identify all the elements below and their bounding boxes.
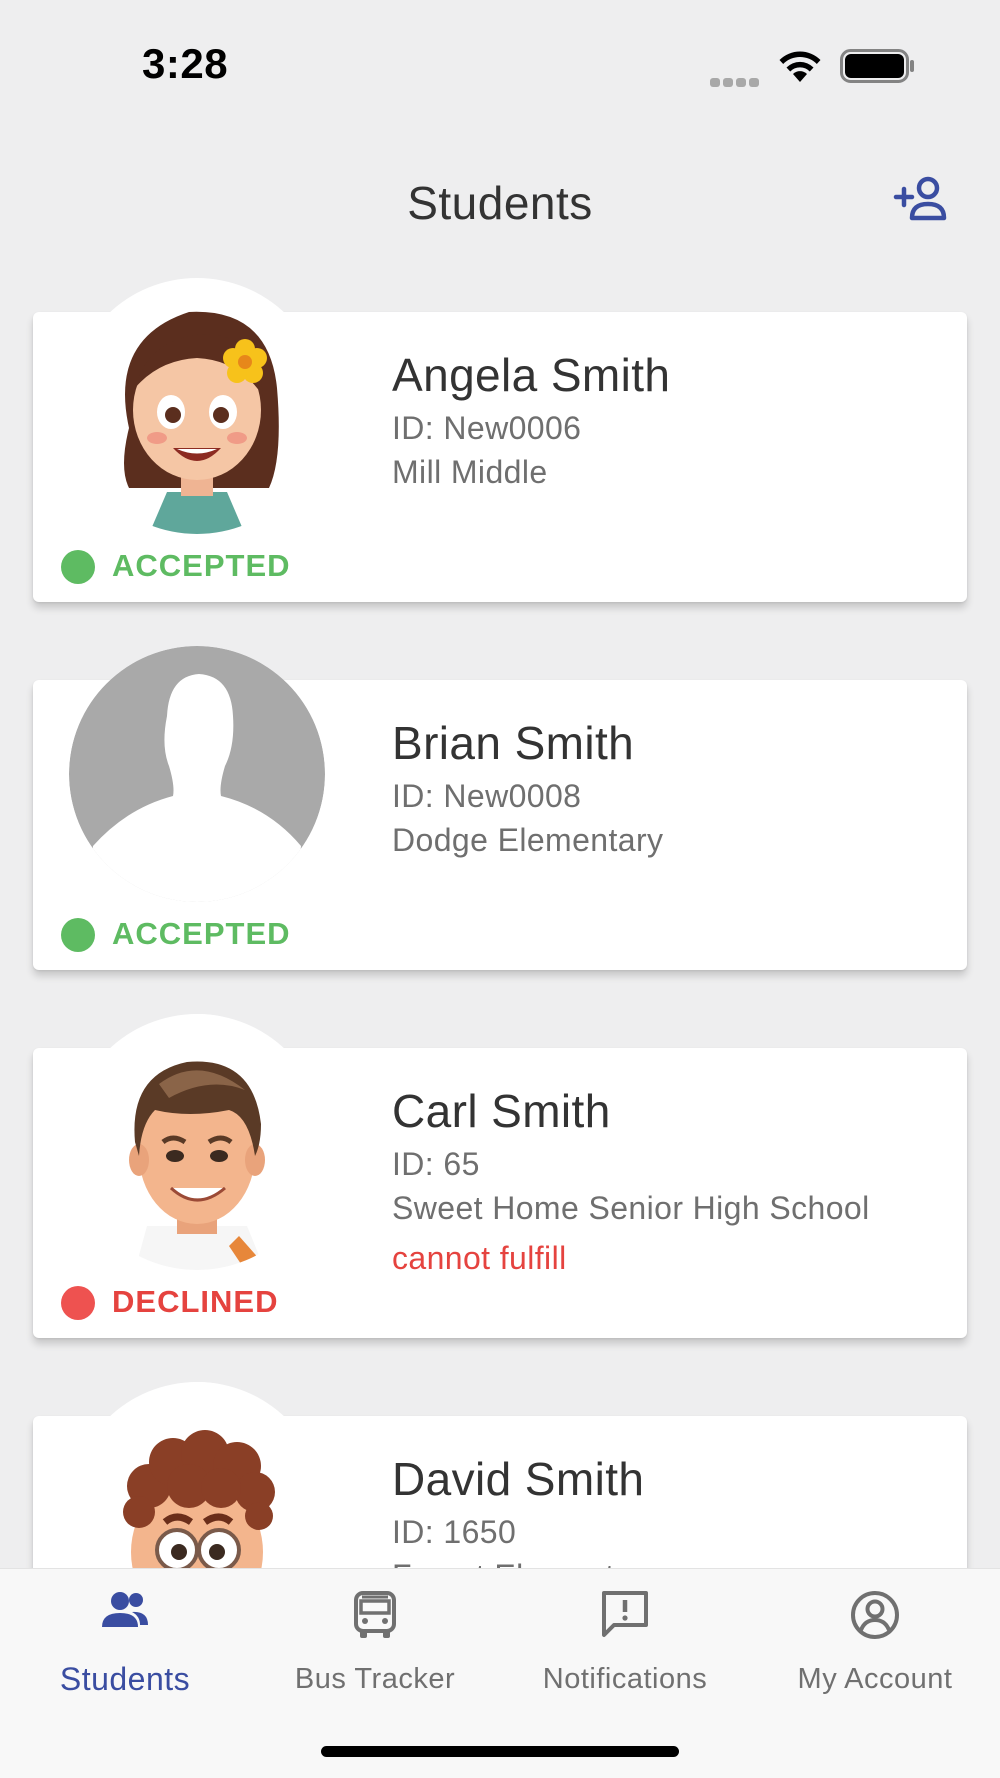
- student-id: ID: 65: [392, 1146, 480, 1182]
- tab-notifications[interactable]: Notifications: [500, 1589, 750, 1699]
- student-card[interactable]: David Smith ID: 1650 Forest Elementary: [33, 1382, 967, 1568]
- student-avatar: [69, 278, 325, 534]
- alert-message-icon: [602, 1591, 648, 1637]
- student-id: ID: 1650: [392, 1514, 517, 1550]
- account-circle-icon: [851, 1591, 899, 1639]
- student-card[interactable]: Carl Smith ID: 65 Sweet Home Senior High…: [33, 1014, 967, 1338]
- status-dot: [61, 550, 95, 584]
- page-title: Students: [407, 177, 593, 229]
- tab-my-account[interactable]: My Account: [750, 1589, 1000, 1699]
- student-card[interactable]: Angela Smith ID: New0006 Mill Middle ACC…: [33, 278, 967, 602]
- student-id: ID: New0006: [392, 410, 582, 446]
- student-list[interactable]: Angela Smith ID: New0006 Mill Middle ACC…: [0, 0, 1000, 1568]
- student-avatar: [69, 646, 325, 902]
- people-icon: [102, 1592, 148, 1627]
- student-school: Mill Middle: [392, 454, 548, 490]
- bus-icon: [354, 1591, 396, 1638]
- student-card[interactable]: Brian Smith ID: New0008 Dodge Elementary…: [33, 646, 967, 970]
- student-name: David Smith: [392, 1453, 645, 1505]
- student-name: Carl Smith: [392, 1085, 611, 1137]
- tab-label: Bus Tracker: [294, 1663, 456, 1695]
- tab-bus-tracker[interactable]: Bus Tracker: [250, 1589, 500, 1699]
- status-label: ACCEPTED: [112, 916, 291, 951]
- boy-avatar-icon: [69, 1014, 325, 1270]
- status-label: DECLINED: [112, 1284, 279, 1319]
- student-name: Angela Smith: [392, 349, 671, 401]
- student-school: Dodge Elementary: [392, 822, 664, 858]
- student-avatar: [69, 1014, 325, 1270]
- students-screen: 3:28 Angela Smith ID: New0006 Mill Middl…: [0, 0, 1000, 1778]
- default-person-icon: [69, 646, 325, 902]
- add-student-button[interactable]: [893, 176, 957, 232]
- decline-reason: cannot fulfill: [392, 1240, 567, 1276]
- status-dot: [61, 918, 95, 952]
- tab-label: Notifications: [542, 1663, 708, 1695]
- curly-hair-boy-avatar-icon: [69, 1382, 325, 1568]
- student-school: Sweet Home Senior High School: [392, 1190, 870, 1226]
- girl-avatar-icon: [69, 278, 325, 534]
- student-id: ID: New0008: [392, 778, 582, 814]
- student-name: Brian Smith: [392, 717, 635, 769]
- tab-label: Students: [59, 1661, 191, 1697]
- add-person-icon: [893, 176, 947, 221]
- tab-students[interactable]: Students: [0, 1589, 250, 1699]
- student-avatar: [69, 1382, 325, 1568]
- tab-label: My Account: [797, 1663, 953, 1695]
- status-dot: [61, 1286, 95, 1320]
- home-indicator: [321, 1746, 679, 1757]
- student-school: Forest Elementary: [392, 1558, 660, 1568]
- status-label: ACCEPTED: [112, 548, 291, 583]
